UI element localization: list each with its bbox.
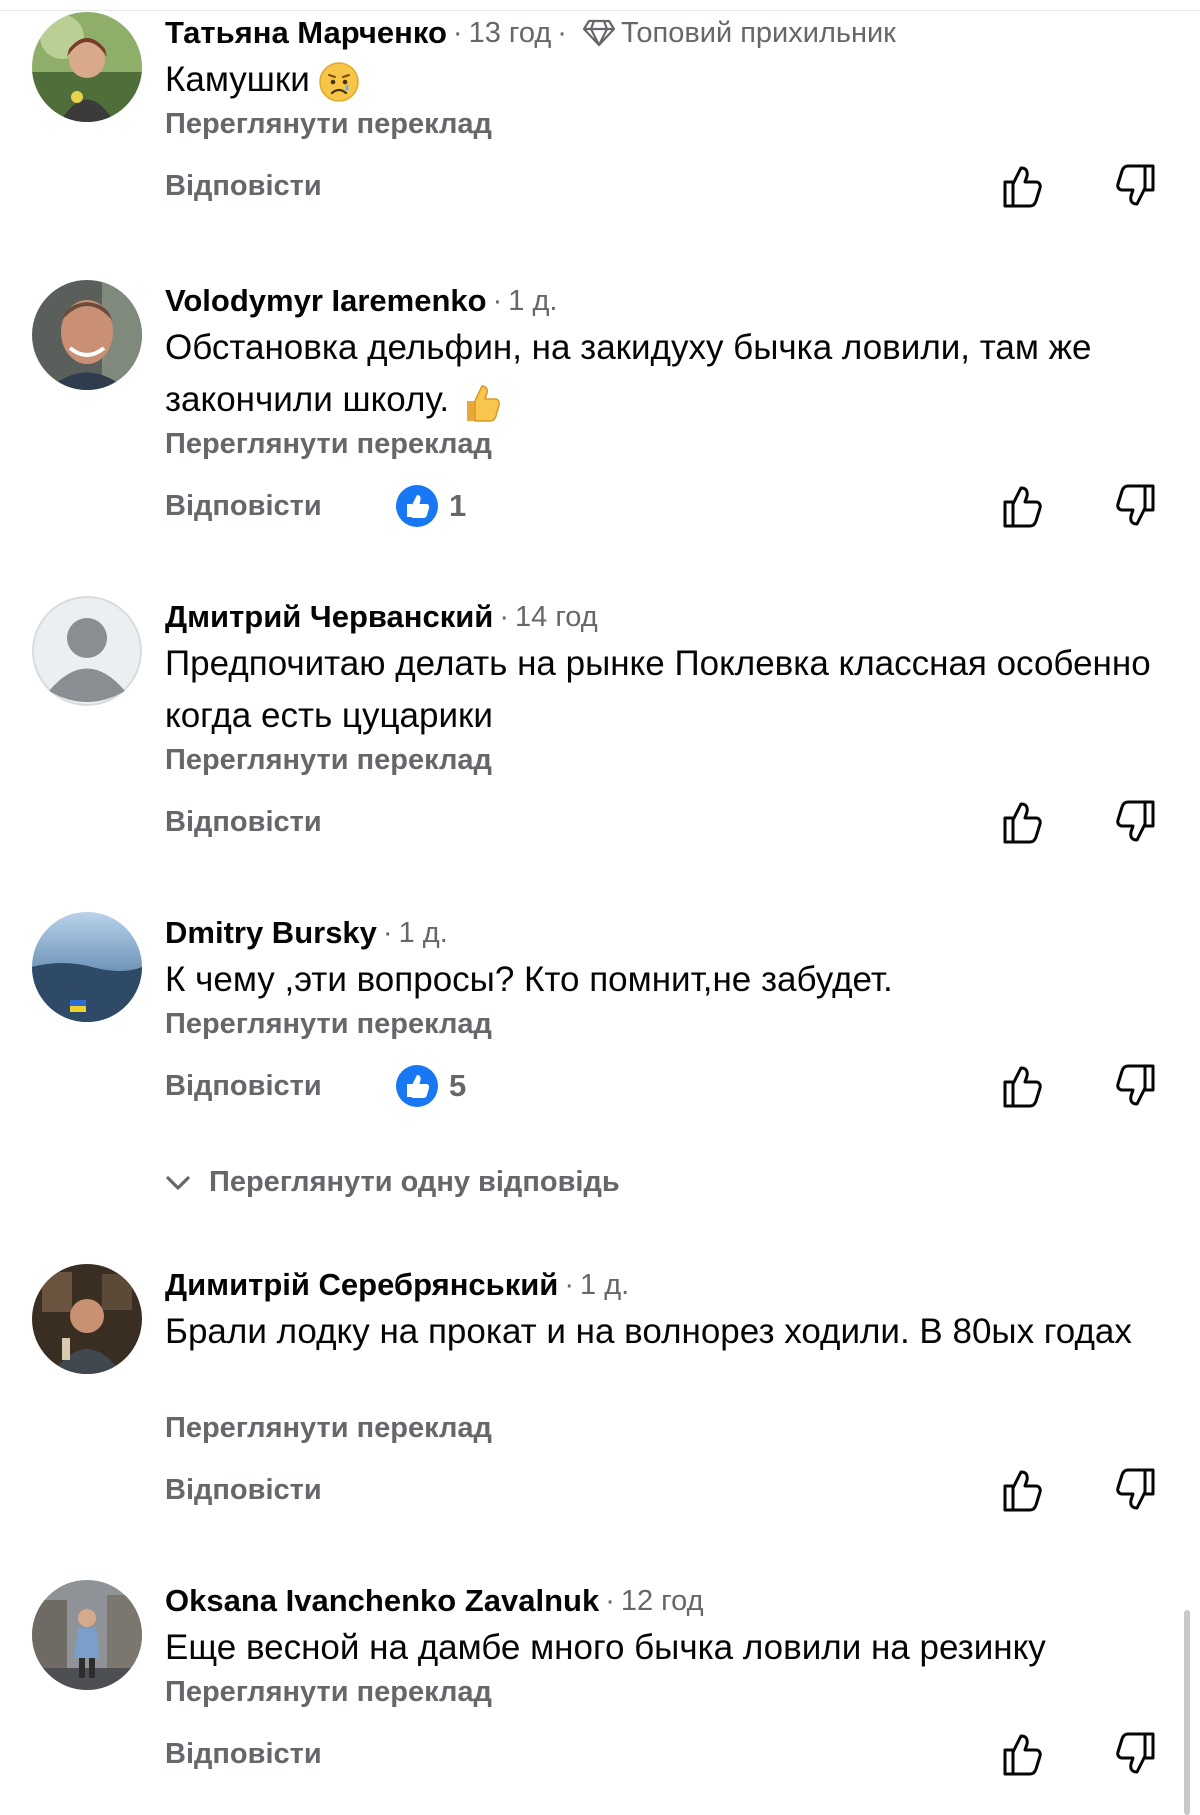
separator-dot: · — [382, 916, 393, 949]
top-divider — [0, 10, 1200, 11]
timestamp[interactable]: 12 год — [621, 1585, 704, 1618]
author-name[interactable]: Дмитрий Черванский — [165, 599, 493, 635]
comment-text: К чему ,эти вопросы? Кто помнит,не забуд… — [165, 960, 893, 999]
thumbs-down-icon[interactable] — [1108, 480, 1160, 532]
comment-actions: Відповісти 5 — [0, 1060, 1200, 1116]
comment-text: Предпочитаю делать на рынке Поклевка кла… — [165, 644, 1151, 735]
comment-text: Брали лодку на прокат и на волнорез ходи… — [165, 1312, 1132, 1351]
sad-face-emoji-icon — [319, 62, 359, 102]
thumbs-up-icon[interactable] — [998, 796, 1050, 848]
thumbs-up-emoji-icon — [467, 384, 501, 422]
author-name[interactable]: Oksana Ivanchenko Zavalnuk — [165, 1583, 599, 1619]
see-translation-link[interactable]: Переглянути переклад — [165, 744, 492, 777]
avatar-photo — [32, 12, 142, 122]
like-count: 5 — [449, 1068, 467, 1103]
avatar[interactable] — [32, 12, 142, 122]
reply-button[interactable]: Відповісти — [165, 806, 322, 839]
reaction-summary[interactable]: 5 — [395, 1064, 466, 1108]
see-translation-link[interactable]: Переглянути переклад — [165, 1412, 492, 1445]
thumbs-down-icon[interactable] — [1108, 1060, 1160, 1112]
avatar[interactable] — [32, 280, 142, 390]
thumbs-up-icon[interactable] — [998, 1060, 1050, 1112]
diamond-icon — [582, 19, 615, 47]
avatar-photo — [32, 1580, 142, 1690]
comment-meta: Дмитрий Черванский · 14 год — [165, 596, 598, 638]
view-replies-label: Переглянути одну відповідь — [209, 1166, 620, 1198]
comment-actions: Відповісти — [0, 1464, 1200, 1520]
default-avatar-icon — [32, 596, 142, 706]
comment-meta: Volodymyr Iaremenko · 1 д. — [165, 280, 557, 322]
see-translation-link[interactable]: Переглянути переклад — [165, 1676, 492, 1709]
avatar[interactable] — [32, 1264, 142, 1374]
reply-button[interactable]: Відповісти — [165, 1474, 322, 1507]
thumbs-down-icon[interactable] — [1108, 1464, 1160, 1516]
thumbs-down-icon[interactable] — [1108, 160, 1160, 212]
comment-meta: Татьяна Марченко · 13 год · Топовий прих… — [165, 12, 896, 54]
comment-text: Обстановка дельфин, на закидуху бычка ло… — [165, 322, 1175, 426]
comment-actions: Відповісти — [0, 160, 1200, 216]
timestamp[interactable]: 14 год — [515, 601, 598, 634]
separator-dot: · — [564, 1268, 575, 1301]
avatar[interactable] — [32, 1580, 142, 1690]
top-fan-badge: Топовий прихильник — [620, 16, 896, 49]
avatar-photo — [32, 280, 142, 390]
separator-dot: · — [499, 600, 510, 633]
author-name[interactable]: Dmitry Bursky — [165, 915, 377, 951]
view-replies-button[interactable]: Переглянути одну відповідь — [163, 1166, 620, 1199]
thumbs-up-icon[interactable] — [998, 160, 1050, 212]
reply-button[interactable]: Відповісти — [165, 170, 322, 203]
comment-actions: Відповісти — [0, 1728, 1200, 1784]
timestamp[interactable]: 13 год — [469, 17, 552, 50]
comment-actions: Відповісти — [0, 796, 1200, 852]
avatar[interactable] — [32, 596, 142, 706]
avatar-photo — [32, 1264, 142, 1374]
comment-text: Камушки — [165, 54, 1175, 106]
thumbs-down-icon[interactable] — [1108, 796, 1160, 848]
thumbs-up-icon[interactable] — [998, 480, 1050, 532]
thumbs-up-icon[interactable] — [998, 1728, 1050, 1780]
timestamp[interactable]: 1 д. — [580, 1269, 629, 1302]
see-translation-link[interactable]: Переглянути переклад — [165, 428, 492, 461]
reply-button[interactable]: Відповісти — [165, 1738, 322, 1771]
avatar[interactable] — [32, 912, 142, 1022]
separator-dot: · — [452, 16, 463, 49]
thumbs-down-icon[interactable] — [1108, 1728, 1160, 1780]
author-name[interactable]: Димитрій Серебрянський — [165, 1267, 558, 1303]
author-name[interactable]: Татьяна Марченко — [165, 15, 447, 51]
timestamp[interactable]: 1 д. — [399, 917, 448, 950]
avatar-photo — [32, 912, 142, 1022]
see-translation-link[interactable]: Переглянути переклад — [165, 108, 492, 141]
like-reaction-icon — [396, 1065, 438, 1107]
comment-meta: Dmitry Bursky · 1 д. — [165, 912, 448, 954]
comment-text: Еще весной на дамбе много бычка ловили н… — [165, 1628, 1046, 1667]
author-name[interactable]: Volodymyr Iaremenko — [165, 283, 487, 319]
reply-button[interactable]: Відповісти — [165, 490, 322, 523]
separator-dot: · — [557, 16, 567, 49]
scrollbar[interactable] — [1184, 1610, 1190, 1815]
reply-button[interactable]: Відповісти — [165, 1070, 322, 1103]
like-reaction-icon — [396, 485, 438, 527]
see-translation-link[interactable]: Переглянути переклад — [165, 1008, 492, 1041]
comment-body: Камушки — [165, 60, 310, 99]
comment-meta: Димитрій Серебрянський · 1 д. — [165, 1264, 629, 1306]
comment-body: Обстановка дельфин, на закидуху бычка ло… — [165, 328, 1092, 419]
like-count: 1 — [449, 488, 467, 523]
reaction-summary[interactable]: 1 — [395, 484, 466, 528]
separator-dot: · — [492, 284, 503, 317]
thumbs-up-icon[interactable] — [998, 1464, 1050, 1516]
separator-dot: · — [605, 1584, 615, 1617]
chevron-down-icon — [166, 1175, 190, 1190]
comment-meta: Oksana Ivanchenko Zavalnuk · 12 год — [165, 1580, 704, 1622]
timestamp[interactable]: 1 д. — [508, 285, 557, 318]
comment-actions: Відповісти 1 — [0, 480, 1200, 536]
